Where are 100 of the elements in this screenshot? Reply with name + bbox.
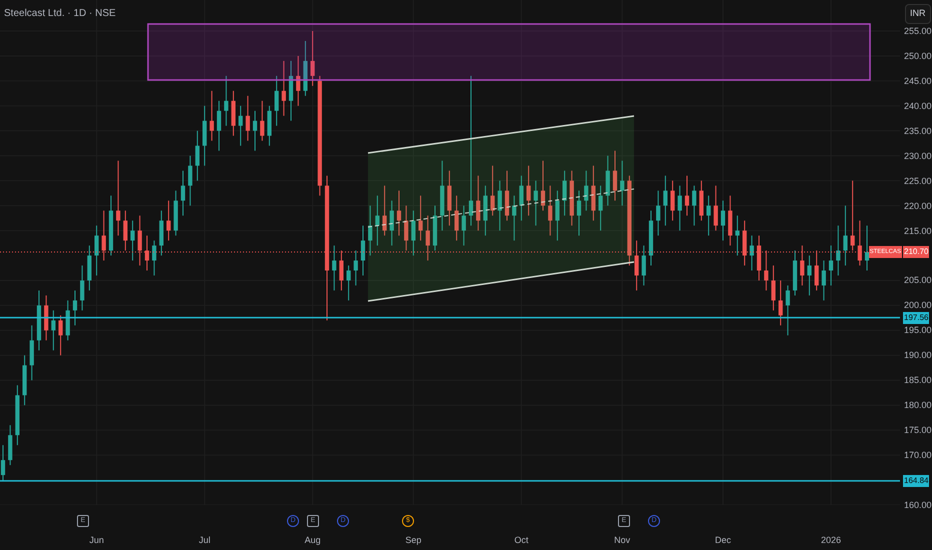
candlestick (339, 250, 344, 291)
candlestick (663, 175, 668, 226)
candlestick (598, 185, 603, 232)
candlestick (519, 175, 524, 222)
candlestick (404, 205, 408, 252)
candlestick (102, 210, 106, 262)
candlestick (123, 210, 128, 252)
price-axis-label: 200.00 (904, 300, 932, 310)
candlestick (468, 75, 474, 226)
date-axis-label: Aug (304, 534, 321, 547)
candlestick (828, 245, 834, 286)
candlestick (836, 225, 840, 276)
candlestick (51, 310, 56, 351)
candlestick (224, 75, 228, 126)
candlestick (750, 235, 754, 271)
level-price-label: 164.84 (903, 474, 930, 487)
candlestick (526, 165, 531, 216)
candlestick (188, 155, 192, 206)
price-axis-label: 205.00 (904, 275, 932, 286)
candlestick (692, 185, 696, 226)
candlestick (375, 195, 380, 246)
candlestick (642, 245, 646, 286)
candlestick (152, 240, 156, 276)
price-axis-label: 235.00 (904, 126, 932, 136)
candlestick (735, 215, 740, 256)
candlestick (584, 170, 588, 212)
candlestick (138, 215, 142, 266)
candlestick (332, 245, 336, 291)
date-axis-label: Oct (514, 534, 528, 547)
price-axis-label: 185.00 (904, 375, 932, 386)
candlestick (800, 245, 804, 286)
price-axis-label: 175.00 (904, 425, 932, 436)
candlestick (706, 195, 711, 236)
candlestick (94, 225, 99, 276)
candlestick (771, 265, 776, 311)
candlestick (116, 160, 120, 236)
price-axis-label: 225.00 (904, 176, 932, 186)
candlestick (382, 185, 387, 236)
candlestick (354, 250, 358, 286)
price-axis-label: 195.00 (904, 325, 932, 336)
candlestick (390, 200, 394, 246)
price-axis-label: 220.00 (904, 200, 932, 211)
candlestick (462, 205, 466, 246)
date-axis-label: Nov (614, 534, 630, 547)
last-price-label: 210.70 (903, 246, 930, 258)
candlestick (512, 195, 516, 242)
candlestick (310, 30, 315, 86)
level-price-label: 197.56 (903, 312, 930, 324)
candlestick (346, 265, 351, 301)
candlestick (620, 160, 624, 206)
candlestick (246, 95, 250, 142)
candlestick (260, 100, 264, 142)
candlestick (476, 175, 480, 232)
candlestick (684, 175, 690, 216)
candlestick (548, 185, 552, 236)
candlestick (238, 105, 243, 146)
price-axis-label: 230.00 (904, 150, 932, 161)
price-axis-label: 255.00 (904, 26, 932, 36)
candlestick (282, 60, 286, 116)
candlestick (714, 185, 718, 232)
candlestick (670, 180, 675, 222)
candlestick (562, 170, 567, 216)
price-axis-label: 170.00 (904, 450, 932, 460)
candlestick (296, 55, 300, 106)
candlestick (498, 180, 502, 232)
candlestick (720, 200, 726, 242)
chart-title: Steelcast Ltd. · 1D · NSE (4, 7, 116, 21)
candlestick (786, 284, 790, 336)
candlestick (634, 240, 639, 291)
candlestick (180, 170, 186, 216)
candlestick (411, 210, 416, 256)
candlestick (210, 90, 214, 142)
candlestick (216, 100, 222, 152)
price-axis-label: 250.00 (904, 50, 932, 61)
candlestick (612, 150, 618, 202)
candlestick (656, 190, 660, 236)
candlestick (454, 195, 459, 242)
candlestick (360, 225, 366, 276)
candlestick (195, 130, 200, 182)
candlestick (130, 220, 135, 262)
candlestick (814, 250, 819, 291)
candlestick (144, 235, 150, 271)
candlestick (368, 205, 372, 256)
price-axis-label: 240.00 (904, 100, 932, 111)
currency-button[interactable]: INR (905, 4, 930, 24)
candlestick (418, 195, 423, 242)
candlestick (678, 185, 682, 232)
candlestick (858, 220, 862, 266)
candlestick (843, 205, 848, 266)
date-axis-label: Dec (715, 534, 731, 547)
candlestick (534, 180, 538, 226)
candlestick (72, 290, 78, 326)
date-axis-label: Jul (198, 534, 210, 547)
candlestick (850, 180, 855, 252)
candlestick (778, 280, 783, 326)
candlestick (58, 314, 63, 356)
candlestick (576, 190, 582, 236)
candlestick (864, 225, 870, 271)
candlestick (252, 110, 258, 152)
candlestick (822, 260, 826, 301)
